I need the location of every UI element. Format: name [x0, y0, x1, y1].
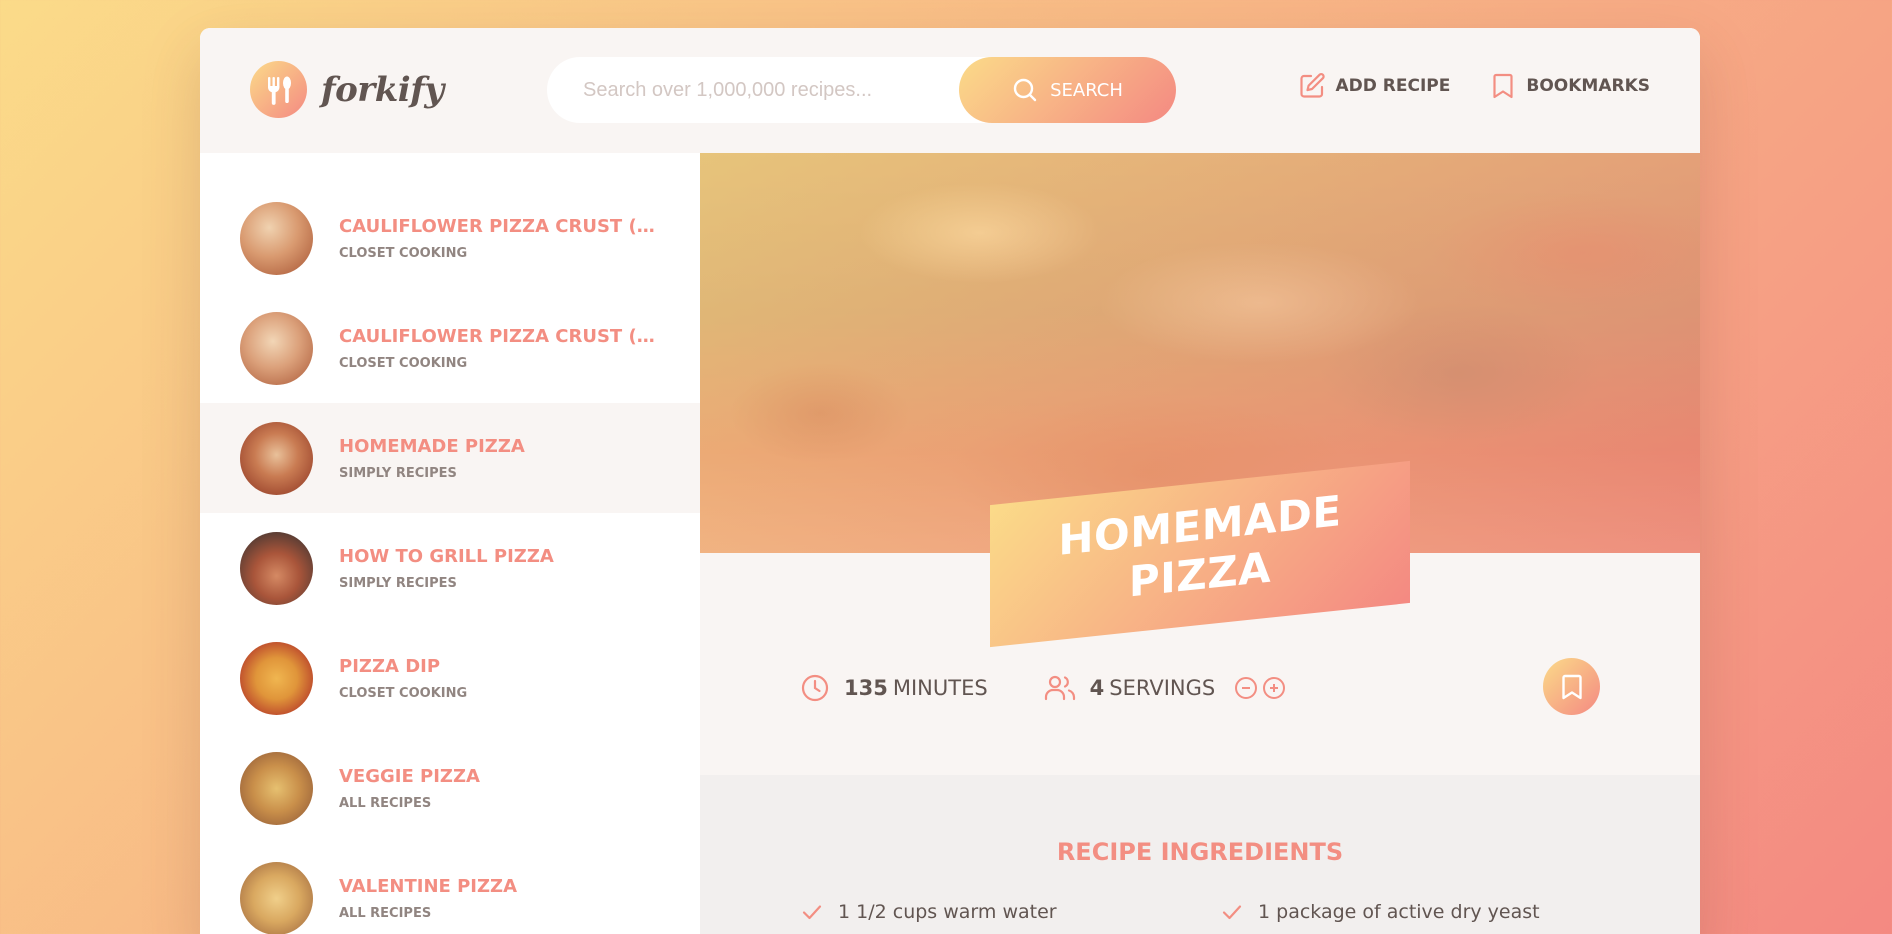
recipe-thumbnail [240, 201, 313, 275]
clock-icon [801, 674, 829, 702]
servings-label: SERVINGS [1109, 676, 1216, 700]
bookmarks-label: BOOKMARKS [1526, 76, 1650, 96]
search-button[interactable]: SEARCH [959, 57, 1176, 123]
nav: ADD RECIPE BOOKMARKS [1298, 72, 1650, 100]
servings: 4 SERVINGS [1044, 673, 1286, 703]
cooking-time: 135 MINUTES [800, 673, 988, 703]
result-item[interactable]: HOW TO GRILL PIZZA SIMPLY RECIPES [200, 513, 700, 623]
search-form: SEARCH [547, 57, 1176, 123]
recipe-view: HOMEMADE PIZZA 135 MINUTES 4 SERVINGS RE… [700, 153, 1700, 934]
decrease-servings-button[interactable] [1235, 677, 1258, 699]
result-title: HOW TO GRILL PIZZA [339, 545, 554, 567]
servings-controls [1235, 677, 1286, 699]
result-item[interactable]: PIZZA DIP CLOSET COOKING [200, 623, 700, 733]
recipe-thumbnail [240, 421, 313, 495]
ingredient-item: 1 package of active dry yeast [1220, 900, 1640, 924]
result-publisher: ALL RECIPES [339, 905, 432, 921]
result-publisher: SIMPLY RECIPES [339, 465, 457, 481]
users-icon [1044, 675, 1075, 701]
bookmark-icon [1493, 73, 1513, 99]
result-item[interactable]: CAULIFLOWER PIZZA CRUST (WIT... CLOSET C… [200, 293, 700, 403]
minus-icon [1242, 687, 1251, 689]
recipe-thumbnail [240, 531, 313, 605]
check-icon [1222, 905, 1242, 920]
fork-spoon-icon [250, 61, 307, 118]
result-title: HOMEMADE PIZZA [339, 435, 525, 457]
header: forkify SEARCH ADD RECIPE [200, 28, 1700, 153]
plus-icon [1270, 684, 1279, 692]
recipe-thumbnail [240, 311, 313, 385]
recipe-title: HOMEMADE PIZZA [1058, 486, 1342, 607]
result-title: PIZZA DIP [339, 655, 441, 677]
recipe-details: 135 MINUTES 4 SERVINGS [800, 658, 1600, 718]
bookmarks-button[interactable]: BOOKMARKS [1490, 72, 1650, 100]
minutes-value: 135 [844, 676, 888, 700]
servings-value: 4 [1089, 676, 1105, 700]
logo-text: forkify [321, 69, 444, 110]
minutes-label: MINUTES [892, 676, 988, 700]
result-publisher: SIMPLY RECIPES [339, 575, 457, 591]
result-publisher: CLOSET COOKING [339, 355, 468, 371]
search-button-label: SEARCH [1050, 79, 1123, 101]
result-title: CAULIFLOWER PIZZA CRUST (WIT... [339, 325, 659, 347]
result-publisher: CLOSET COOKING [339, 685, 468, 701]
add-recipe-label: ADD RECIPE [1335, 76, 1451, 96]
ingredient-text: 1 package of active dry yeast [1258, 901, 1540, 923]
result-item[interactable]: CAULIFLOWER PIZZA CRUST (WIT... CLOSET C… [200, 183, 700, 293]
bookmark-recipe-button[interactable] [1543, 658, 1600, 715]
result-title: CAULIFLOWER PIZZA CRUST (WIT... [339, 215, 659, 237]
search-input[interactable] [583, 73, 943, 107]
ingredients-heading: RECIPE INGREDIENTS [1056, 838, 1344, 866]
results-list: CAULIFLOWER PIZZA CRUST (WIT... CLOSET C… [200, 153, 700, 934]
ingredient-list: 1 1/2 cups warm water 1 package of activ… [800, 900, 1640, 924]
recipe-thumbnail [240, 641, 313, 715]
search-icon [1013, 78, 1037, 102]
ingredient-item: 1 1/2 cups warm water [800, 900, 1220, 924]
result-item[interactable]: VEGGIE PIZZA ALL RECIPES [200, 733, 700, 843]
result-title: VALENTINE PIZZA [339, 875, 517, 897]
recipe-thumbnail [240, 751, 313, 825]
recipe-thumbnail [240, 861, 313, 934]
result-item[interactable]: VALENTINE PIZZA ALL RECIPES [200, 843, 700, 934]
recipe-ingredients: RECIPE INGREDIENTS 1 1/2 cups warm water… [700, 775, 1700, 934]
search-results: CAULIFLOWER PIZZA CRUST (WIT... CLOSET C… [200, 153, 700, 934]
result-publisher: CLOSET COOKING [339, 245, 468, 261]
increase-servings-button[interactable] [1263, 677, 1286, 699]
logo[interactable]: forkify [250, 61, 444, 118]
result-publisher: ALL RECIPES [339, 795, 432, 811]
result-item-active[interactable]: HOMEMADE PIZZA SIMPLY RECIPES [200, 403, 700, 513]
check-icon [802, 905, 822, 920]
result-title: VEGGIE PIZZA [339, 765, 480, 787]
ingredient-text: 1 1/2 cups warm water [838, 901, 1057, 923]
add-recipe-button[interactable]: ADD RECIPE [1298, 72, 1451, 100]
bookmark-icon [1561, 674, 1582, 699]
app-container: forkify SEARCH ADD RECIPE [200, 28, 1700, 934]
edit-icon [1299, 73, 1325, 98]
